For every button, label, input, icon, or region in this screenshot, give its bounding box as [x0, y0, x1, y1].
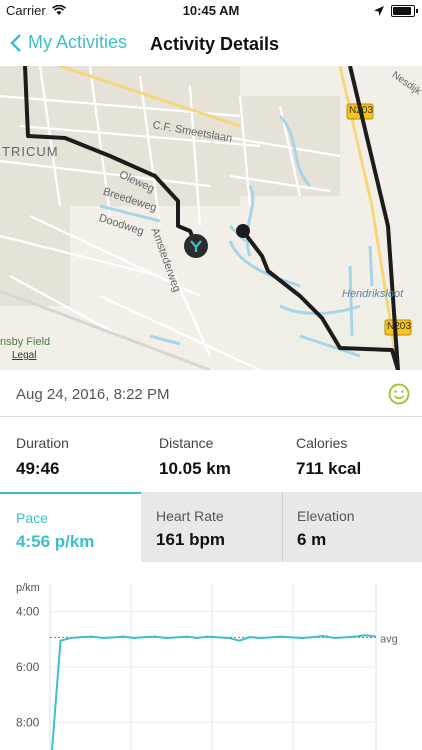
map-label-field: nsby Field — [0, 336, 51, 348]
pace-chart-svg: p/km 4:00 6:00 8:00 avg — [16, 582, 398, 750]
tab-heart-rate-value: 161 bpm — [156, 530, 225, 549]
map-label-tricum: TRICUM — [2, 144, 59, 159]
activity-date: Aug 24, 2016, 8:22 PM — [16, 386, 170, 403]
stat-calories: Calories 711 kcal — [296, 435, 361, 479]
status-bar: Carrier 10:45 AM — [0, 0, 422, 22]
tab-pace-label: Pace — [16, 510, 48, 526]
stat-calories-label: Calories — [296, 435, 348, 451]
status-time: 10:45 AM — [182, 3, 240, 18]
chart-average-label: avg — [380, 633, 398, 645]
stat-distance-value: 10.05 km — [159, 459, 231, 478]
navigation-bar: My Activities Activity Details — [0, 22, 422, 66]
chart-y-tick-label: 8:00 — [16, 715, 40, 729]
tab-pace-value: 4:56 p/km — [16, 532, 95, 551]
pace-chart: p/km 4:00 6:00 8:00 avg — [0, 562, 422, 750]
tab-elevation[interactable]: Elevation 6 m — [282, 492, 422, 562]
chart-y-tick-label: 4:00 — [16, 605, 40, 619]
stat-distance: Distance 10.05 km — [159, 435, 231, 479]
battery-fill — [393, 7, 411, 15]
back-button-label: My Activities — [28, 32, 128, 52]
end-marker[interactable] — [236, 224, 250, 238]
chevron-left-icon — [10, 33, 21, 52]
map-legal-link[interactable]: Legal — [12, 350, 36, 361]
tab-heart-rate-label: Heart Rate — [156, 508, 224, 524]
map-label-hendriksloot: Hendriksloot — [342, 288, 404, 300]
route-map[interactable]: C.F. Smeetslaan TRICUM Breedeweg Doodweg… — [0, 66, 422, 370]
stat-duration-value: 49:46 — [16, 459, 60, 478]
stat-duration: Duration 49:46 — [16, 435, 69, 479]
mood-smiley-icon[interactable] — [388, 383, 410, 410]
road-badge-n203-bottom: N203 — [387, 321, 411, 332]
back-button[interactable]: My Activities — [10, 32, 127, 53]
page-title: Activity Details — [150, 34, 280, 54]
pace-series-line — [51, 634, 377, 750]
chart-y-tick-label: 6:00 — [16, 660, 40, 674]
stat-calories-value: 711 kcal — [296, 459, 362, 478]
stat-duration-label: Duration — [16, 435, 69, 451]
tab-elevation-label: Elevation — [297, 508, 355, 524]
stat-distance-label: Distance — [159, 435, 214, 451]
chart-metric-tabs: Pace 4:56 p/km Heart Rate 161 bpm Elevat… — [0, 492, 422, 562]
tab-pace[interactable]: Pace 4:56 p/km — [0, 492, 141, 562]
tab-heart-rate[interactable]: Heart Rate 161 bpm — [141, 492, 282, 562]
activity-date-row: Aug 24, 2016, 8:22 PM — [0, 370, 422, 417]
battery-icon — [391, 5, 418, 17]
chart-y-axis-label: p/km — [16, 582, 40, 594]
road-badge-n203-top: N203 — [349, 105, 373, 116]
location-arrow-icon — [374, 4, 384, 19]
tab-elevation-value: 6 m — [297, 530, 327, 549]
